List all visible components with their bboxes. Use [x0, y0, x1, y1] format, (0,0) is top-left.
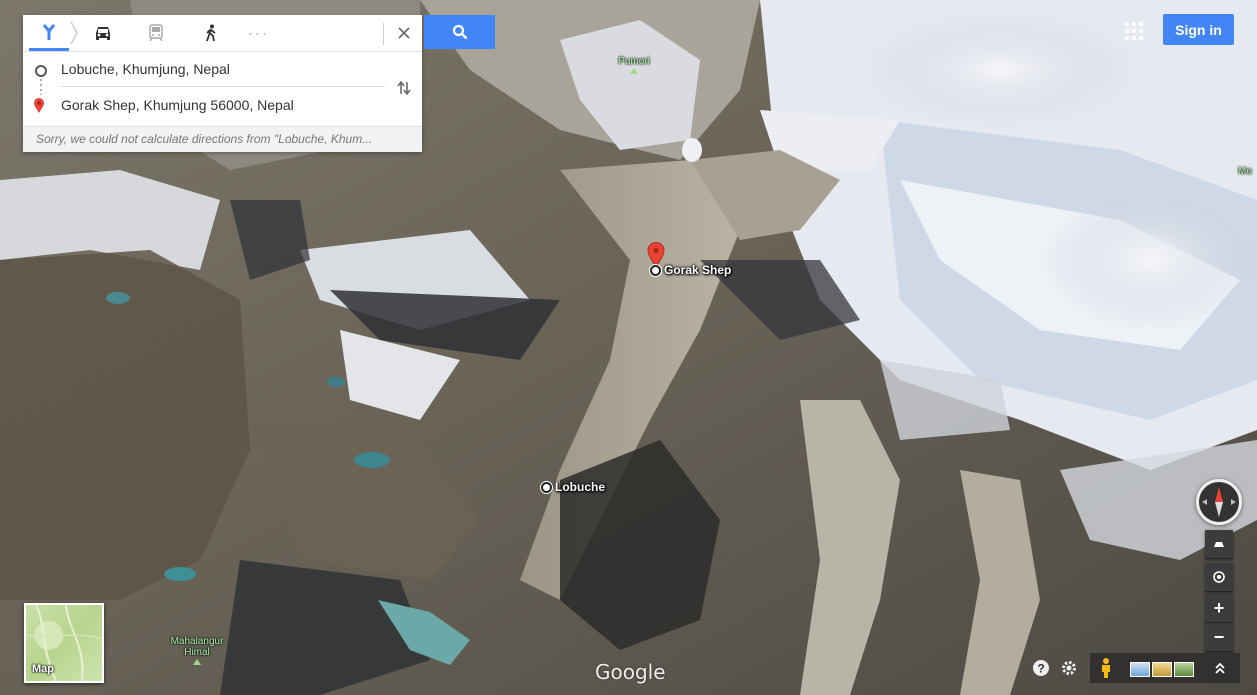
car-icon — [96, 27, 110, 40]
expand-imagery-button[interactable] — [1210, 657, 1230, 679]
chevron-right-icon — [69, 15, 81, 51]
place-label: Gorak Shep — [664, 263, 732, 277]
origin-input[interactable]: Lobuche, Khumjung, Nepal — [61, 61, 230, 77]
compass-control[interactable] — [1196, 479, 1242, 525]
best-route-mode-button[interactable] — [29, 15, 69, 51]
zoom-controls: + − — [1205, 594, 1233, 652]
search-button[interactable] — [424, 15, 495, 49]
peak-pumori[interactable]: Pumori — [612, 56, 656, 74]
more-modes-button[interactable]: ··· — [243, 15, 273, 51]
peak-partial-label: Mo — [1238, 166, 1257, 177]
apps-grid-icon[interactable] — [1123, 20, 1145, 42]
divider — [383, 23, 384, 45]
walk-icon — [206, 24, 216, 42]
error-text: Sorry, we could not calculate directions… — [36, 132, 373, 146]
origin-field[interactable]: Lobuche, Khumjung, Nepal — [23, 55, 422, 85]
driving-mode-button[interactable] — [83, 15, 123, 51]
peak-name: Pumori — [618, 56, 650, 67]
my-location-icon — [1213, 571, 1225, 583]
place-lobuche[interactable]: Lobuche — [541, 480, 605, 494]
peak-mahalangur-himal[interactable]: Mahalangur Himal — [166, 636, 228, 665]
gear-icon — [1062, 661, 1076, 675]
photo-thumbnail-1[interactable] — [1130, 662, 1150, 677]
photo-thumbnail-3[interactable] — [1174, 662, 1194, 677]
close-directions-button[interactable] — [389, 15, 419, 51]
help-button[interactable]: ? — [1029, 656, 1053, 680]
chevron-up-double-icon — [1215, 662, 1225, 674]
sign-in-button[interactable]: Sign in — [1163, 14, 1234, 45]
place-marker-icon — [541, 481, 552, 493]
origin-circle-icon — [35, 65, 47, 77]
zoom-out-button[interactable]: − — [1205, 623, 1233, 652]
peak-name-line2: Himal — [184, 647, 210, 658]
tilt-button[interactable] — [1205, 530, 1233, 559]
peak-name: Mo — [1238, 166, 1252, 177]
map-toggle-label: Map — [32, 663, 54, 675]
settings-button[interactable] — [1057, 656, 1081, 680]
travel-mode-bar: ··· — [23, 15, 422, 52]
svg-text:?: ? — [1037, 662, 1044, 676]
zoom-in-button[interactable]: + — [1205, 594, 1233, 623]
peak-marker-icon — [193, 659, 201, 665]
my-location-button[interactable] — [1205, 563, 1233, 592]
map-view-toggle[interactable]: Map — [24, 603, 104, 683]
divider — [61, 86, 385, 87]
tilt-icon — [1214, 542, 1224, 547]
bottom-tools: ? — [1029, 653, 1081, 683]
view-controls — [1205, 530, 1233, 559]
train-icon — [149, 24, 163, 42]
peak-name-line1: Mahalangur — [170, 636, 224, 647]
help-icon: ? — [1033, 660, 1049, 676]
place-marker-icon — [650, 264, 661, 276]
place-gorak-shep[interactable]: Gorak Shep — [650, 263, 731, 277]
compass-icon — [1202, 487, 1236, 517]
close-icon — [398, 27, 410, 39]
destination-field[interactable]: Gorak Shep, Khumjung 56000, Nepal — [23, 91, 422, 121]
search-icon — [452, 24, 467, 40]
destination-input[interactable]: Gorak Shep, Khumjung 56000, Nepal — [61, 97, 294, 113]
location-controls — [1205, 563, 1233, 592]
destination-pin-icon — [34, 98, 44, 113]
directions-icon — [42, 23, 56, 40]
pegman-icon[interactable] — [1097, 657, 1115, 679]
peak-marker-icon — [630, 68, 638, 74]
walking-mode-button[interactable] — [191, 15, 231, 51]
place-label: Lobuche — [555, 480, 605, 494]
google-logo: Google — [595, 660, 666, 684]
directions-error-message: Sorry, we could not calculate directions… — [23, 126, 422, 152]
photo-thumbnail-2[interactable] — [1152, 662, 1172, 677]
transit-mode-button[interactable] — [136, 15, 176, 51]
directions-panel: ··· Lobuche, Khumjung, Nepal Gorak Shep,… — [23, 15, 422, 152]
